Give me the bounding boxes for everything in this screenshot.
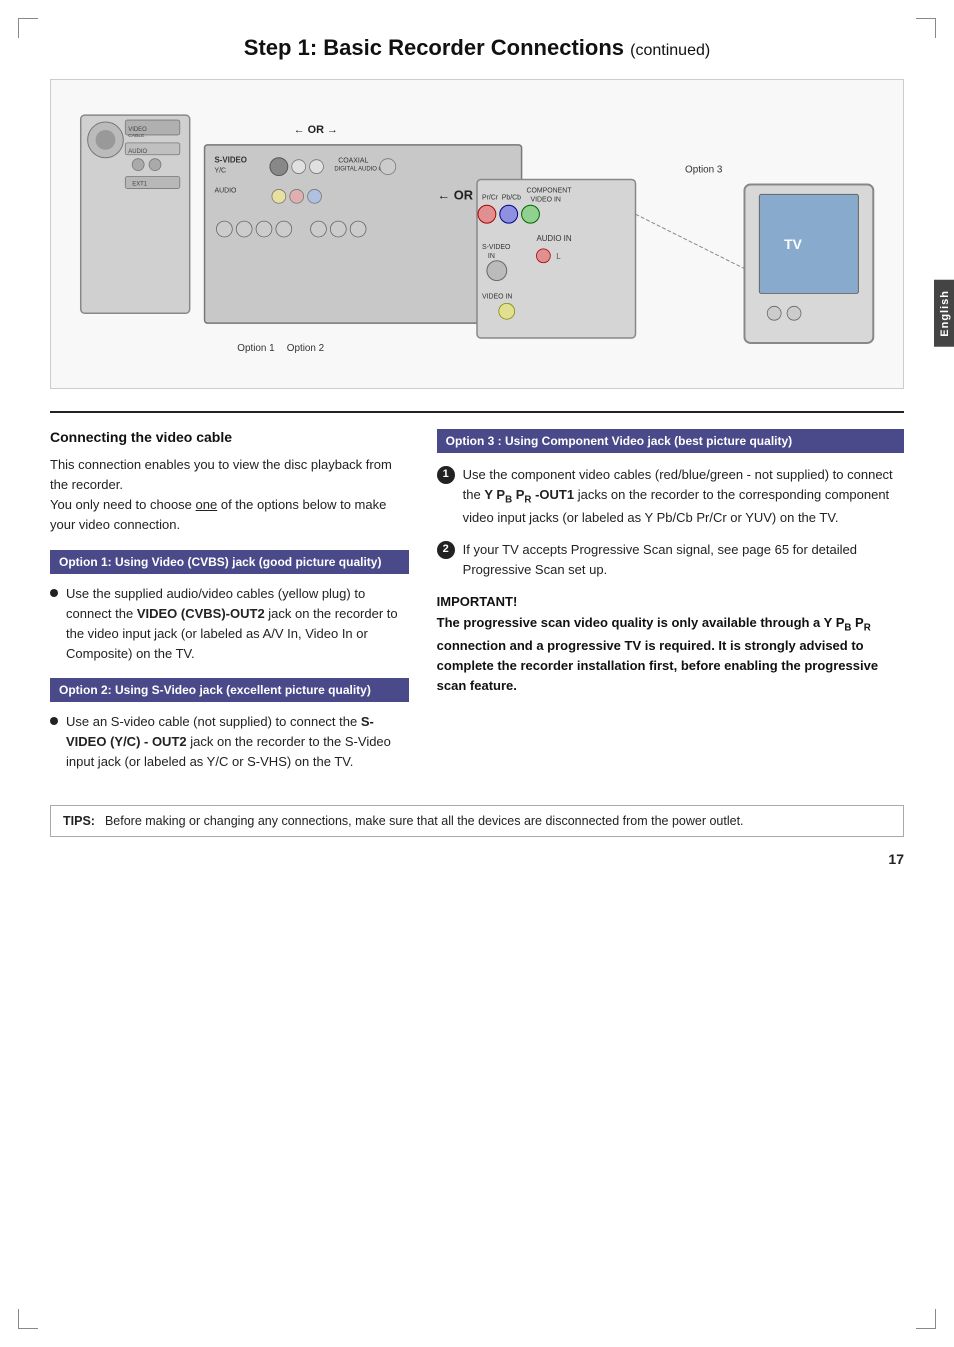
svg-text:S-VIDEO: S-VIDEO: [214, 156, 247, 165]
svg-text:VIDEO IN: VIDEO IN: [482, 293, 512, 300]
right-column: Option 3 : Using Component Video jack (b…: [437, 429, 904, 783]
svg-text:Option 3: Option 3: [685, 165, 723, 176]
option1-text: Use the supplied audio/video cables (yel…: [66, 584, 409, 665]
option1-bullet-item: Use the supplied audio/video cables (yel…: [50, 584, 409, 665]
two-column-layout: Connecting the video cable This connecti…: [50, 429, 904, 783]
numbered-item-1: 1 Use the component video cables (red/bl…: [437, 465, 904, 528]
svg-text:EXT1: EXT1: [132, 181, 148, 187]
section-divider: [50, 411, 904, 413]
svg-text:Option 2: Option 2: [287, 343, 324, 354]
svg-text:Pr/Cr: Pr/Cr: [482, 194, 499, 201]
svg-text:Pb/Cb: Pb/Cb: [502, 194, 521, 201]
corner-mark-tr: [916, 18, 936, 38]
svg-text:VIDEO: VIDEO: [128, 127, 147, 133]
title-continued: (continued): [630, 42, 710, 59]
connecting-video-title: Connecting the video cable: [50, 429, 409, 445]
option2-text: Use an S-video cable (not supplied) to c…: [66, 712, 409, 772]
option3-header: Option 3 : Using Component Video jack (b…: [437, 429, 904, 453]
num-circle-1: 1: [437, 466, 455, 484]
svg-text:CABLE: CABLE: [128, 133, 145, 139]
tips-label: TIPS:: [63, 814, 95, 828]
corner-mark-br: [916, 1309, 936, 1329]
diagram-svg: VIDEO CABLE AUDIO EXT1 S-VIDEO Y/C AUDIO…: [51, 80, 903, 388]
svg-text:AUDIO IN: AUDIO IN: [536, 234, 571, 243]
left-column: Connecting the video cable This connecti…: [50, 429, 409, 783]
svg-text:VIDEO IN: VIDEO IN: [530, 196, 560, 203]
diagram-area: VIDEO CABLE AUDIO EXT1 S-VIDEO Y/C AUDIO…: [50, 79, 904, 389]
svg-text:AUDIO: AUDIO: [214, 187, 237, 194]
corner-mark-bl: [18, 1309, 38, 1329]
option2-bullet-item: Use an S-video cable (not supplied) to c…: [50, 712, 409, 772]
svg-text:AUDIO: AUDIO: [128, 149, 147, 155]
svg-text:TV: TV: [784, 236, 802, 252]
title-main: Step 1: Basic Recorder Connections: [244, 35, 624, 60]
option2-box: Option 2: Using S-Video jack (excellent …: [50, 678, 409, 702]
bullet-dot: [50, 589, 58, 597]
svg-text:S-VIDEO: S-VIDEO: [482, 244, 511, 251]
svg-text:IN: IN: [488, 253, 495, 260]
numbered-item-2: 2 If your TV accepts Progressive Scan si…: [437, 540, 904, 580]
important-text: The progressive scan video quality is on…: [437, 613, 904, 696]
item2-text: If your TV accepts Progressive Scan sign…: [463, 540, 904, 580]
svg-text:L: L: [556, 252, 561, 261]
page-title: Step 1: Basic Recorder Connections (cont…: [50, 35, 904, 61]
bullet-dot-2: [50, 717, 58, 725]
svg-text:Y/C: Y/C: [214, 168, 226, 175]
option1-box: Option 1: Using Video (CVBS) jack (good …: [50, 550, 409, 574]
svg-text:← OR →: ← OR →: [294, 124, 338, 136]
tips-bar: TIPS: Before making or changing any conn…: [50, 805, 904, 837]
tips-text: Before making or changing any connection…: [105, 814, 744, 828]
intro-paragraph: This connection enables you to view the …: [50, 455, 409, 536]
item1-text: Use the component video cables (red/blue…: [463, 465, 904, 528]
corner-mark-tl: [18, 18, 38, 38]
page-number: 17: [50, 851, 904, 867]
important-label: IMPORTANT!: [437, 594, 904, 609]
svg-text:COMPONENT: COMPONENT: [527, 187, 573, 194]
english-tab: English: [934, 280, 954, 347]
num-circle-2: 2: [437, 541, 455, 559]
svg-text:Option 1: Option 1: [237, 343, 275, 354]
svg-text:COAXIAL: COAXIAL: [338, 158, 368, 165]
